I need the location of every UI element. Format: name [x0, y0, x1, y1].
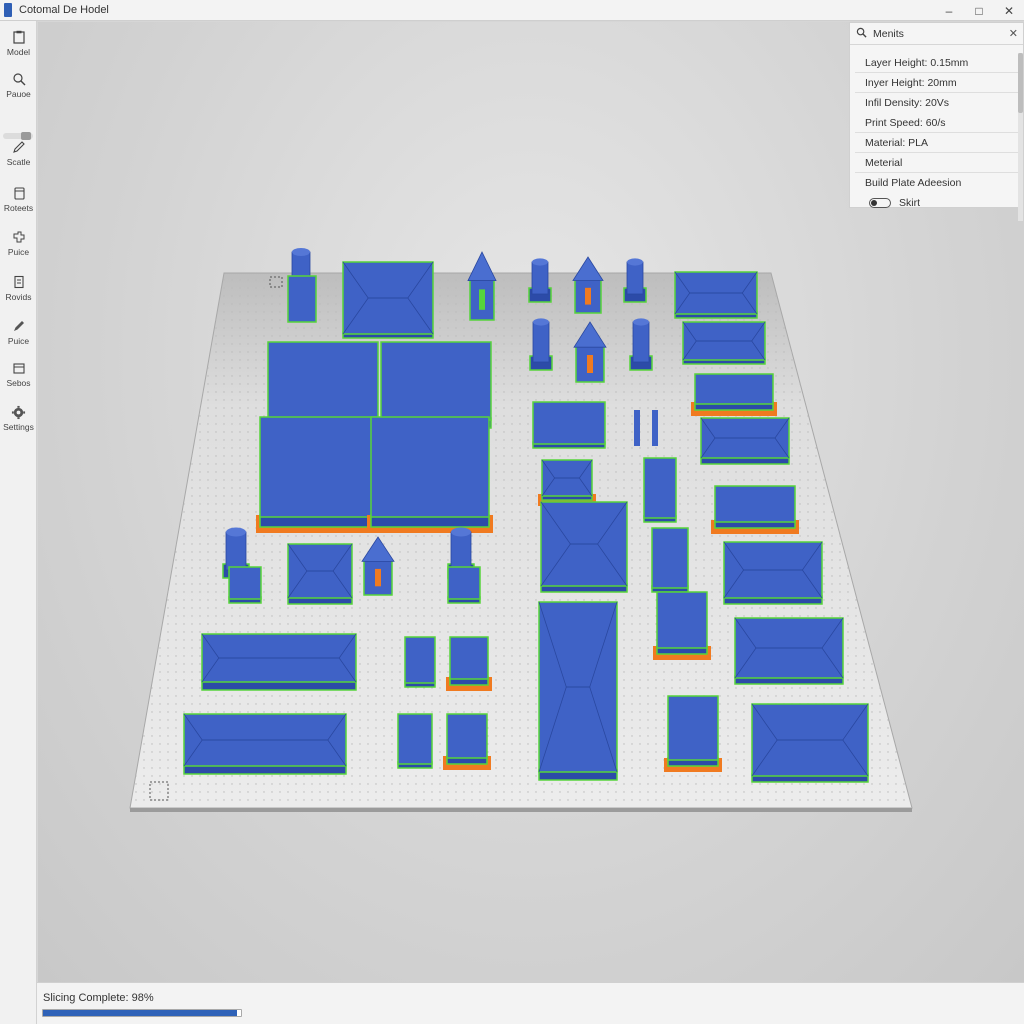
tower-cap — [292, 247, 310, 257]
model-top — [656, 591, 708, 649]
setting-build-plate-adhesion[interactable]: Build Plate Adeesion — [855, 173, 1018, 193]
scrollbar-thumb[interactable] — [1018, 53, 1023, 113]
tool-model[interactable]: Model — [0, 29, 37, 69]
model-top — [287, 275, 317, 323]
house-door — [479, 289, 485, 310]
tool-settings[interactable]: Settings — [0, 404, 37, 444]
clipboard-icon — [11, 29, 27, 45]
model-top — [694, 373, 774, 405]
tower-body — [532, 321, 550, 363]
tool-roteets[interactable]: Roteets — [0, 185, 37, 225]
model-top — [397, 713, 433, 765]
tool-puice[interactable]: Puice — [0, 229, 37, 269]
tower-cap — [533, 318, 549, 326]
setting-infill-density[interactable]: Infil Density: 20Vs — [855, 93, 1018, 113]
panel-header: Menits ✕ — [850, 23, 1023, 45]
gear-icon — [11, 404, 27, 420]
box-icon — [11, 360, 27, 376]
tower-body — [531, 261, 549, 295]
model-top — [449, 636, 489, 680]
print-settings-panel: Menits ✕ Layer Height: 0.15mm Inyer Heig… — [849, 22, 1024, 221]
house-door — [587, 355, 593, 373]
progress-fill — [43, 1010, 238, 1016]
close-icon[interactable]: ✕ — [1009, 27, 1018, 40]
tool-scatle[interactable]: Scatle — [0, 139, 37, 179]
model-top — [404, 636, 436, 684]
tower-cap — [627, 258, 643, 266]
tower-body — [225, 531, 247, 571]
tower-cap — [633, 318, 649, 326]
tower-cap — [451, 527, 471, 537]
house-door — [585, 287, 591, 305]
window-title: Cotomal De Hodel — [19, 4, 109, 16]
tool-label: Pauoe — [6, 89, 31, 99]
model-top — [667, 695, 719, 761]
model-top — [267, 341, 379, 421]
setting-print-speed[interactable]: Print Speed: 60/s — [855, 113, 1018, 133]
tool-puice-2[interactable]: Puice — [0, 318, 37, 358]
tool-pauoe[interactable]: Pauoe — [0, 71, 37, 111]
model-top — [447, 566, 481, 600]
tools-icon — [11, 229, 27, 245]
skirt-label: Skirt — [899, 197, 920, 209]
tower-cap — [226, 527, 246, 537]
maximize-icon[interactable]: □ — [964, 0, 994, 21]
title-bar: Cotomal De Hodel – □ ✕ — [0, 0, 1024, 21]
house-roof — [467, 251, 497, 281]
tool-label: Model — [6, 47, 31, 57]
model-top — [651, 527, 689, 589]
house-door — [375, 568, 381, 587]
setting-material[interactable]: Material: PLA — [855, 133, 1018, 153]
tool-label: Rovids — [5, 292, 32, 302]
tool-label: Sebos — [6, 378, 31, 388]
tool-label: Settings — [3, 422, 34, 432]
window-controls: – □ ✕ — [934, 0, 1024, 21]
tool-label: Puice — [7, 247, 30, 257]
app-icon — [4, 3, 12, 17]
pen-icon — [11, 318, 27, 334]
tool-label: Puice — [7, 336, 30, 346]
setting-meterial[interactable]: Meterial — [855, 153, 1018, 173]
tower-cap — [532, 258, 548, 266]
tower-body — [632, 321, 650, 363]
slicing-status-text: Slicing Complete: 98% — [43, 992, 154, 1004]
post — [652, 410, 658, 446]
skirt-option[interactable]: Skirt — [855, 193, 1018, 213]
slicing-progress-bar — [42, 1009, 242, 1017]
minimize-icon[interactable]: – — [934, 0, 964, 21]
pencil-icon — [11, 139, 27, 155]
panel-search-label[interactable]: Menits — [873, 28, 904, 40]
document-icon — [11, 274, 27, 290]
panel-scrollbar[interactable] — [1018, 53, 1023, 221]
toggle-knob — [871, 200, 877, 206]
setting-layer-height[interactable]: Layer Height: 0.15mm — [855, 53, 1018, 73]
tool-rovids[interactable]: Rovids — [0, 274, 37, 314]
tool-sebos[interactable]: Sebos — [0, 360, 37, 400]
tool-label: Scatle — [6, 157, 31, 167]
tower-body — [450, 531, 472, 571]
search-plus-icon — [11, 71, 27, 87]
left-toolbar: Model Pauoe Scatle Roteets Puice Rovids — [0, 21, 37, 1024]
model-top — [380, 341, 492, 421]
close-icon[interactable]: ✕ — [994, 0, 1024, 21]
tower-body — [626, 261, 644, 295]
model-top — [446, 713, 488, 759]
model-top — [370, 416, 490, 518]
tool-label: Roteets — [3, 203, 34, 213]
model-top — [228, 566, 262, 600]
model-top — [714, 485, 796, 523]
setting-inyer-height[interactable]: Inyer Height: 20mm — [855, 73, 1018, 93]
model-top — [643, 457, 677, 519]
skirt-toggle[interactable] — [869, 198, 891, 208]
model-top — [532, 401, 606, 445]
post — [634, 410, 640, 446]
status-bar: Slicing Complete: 98% — [37, 982, 1024, 1024]
cube-icon — [11, 185, 27, 201]
house-roof — [572, 256, 604, 281]
model-top — [259, 416, 379, 518]
search-icon[interactable] — [856, 25, 867, 43]
